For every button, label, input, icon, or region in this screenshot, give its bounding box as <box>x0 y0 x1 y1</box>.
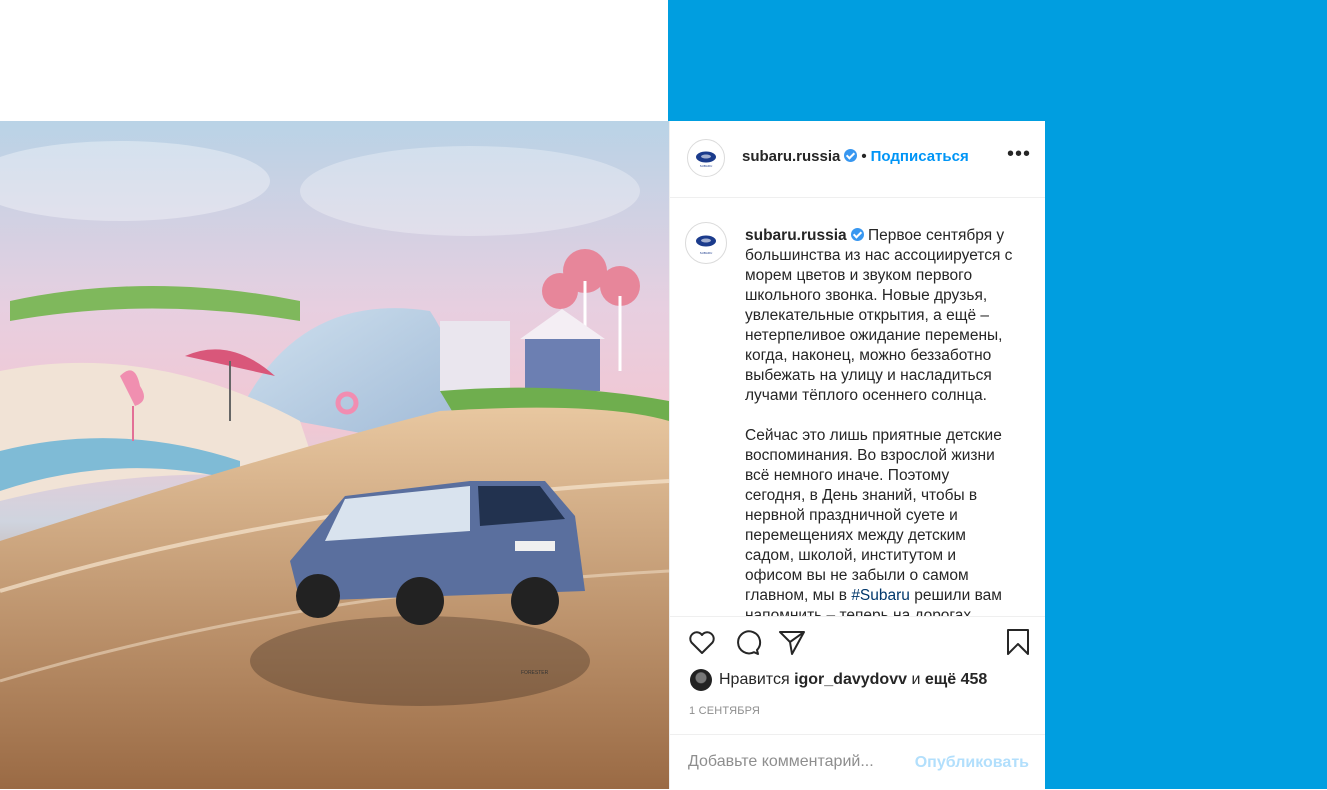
subaru-logo-icon <box>696 235 716 247</box>
heart-icon[interactable] <box>687 627 717 657</box>
subaru-logo-icon <box>696 151 716 163</box>
username-link[interactable]: subaru.russia <box>742 148 840 165</box>
likes-and: и <box>911 671 921 688</box>
caption-text-1: Первое сентября у большинства из нас асс… <box>745 227 1013 404</box>
avatar-logo-text: SUBARU <box>699 164 713 168</box>
caption-avatar[interactable]: SUBARU <box>685 222 727 264</box>
liker-avatar[interactable] <box>690 669 712 691</box>
likes-prefix: Нравится <box>719 671 790 688</box>
profile-avatar[interactable]: SUBARU <box>687 139 725 177</box>
bookmark-icon[interactable] <box>1003 627 1033 657</box>
action-bar <box>670 616 1045 667</box>
follow-button[interactable]: Подписаться <box>871 148 969 165</box>
verified-icon <box>844 149 858 162</box>
post-panel: SUBARU subaru.russia • Подписаться ••• SUB… <box>669 121 1045 789</box>
post-illustration <box>0 141 669 789</box>
verified-icon <box>850 228 864 241</box>
comment-bar: Опубликовать <box>670 734 1045 790</box>
post-image[interactable]: FORESTER <box>0 121 669 789</box>
caption-username[interactable]: subaru.russia <box>745 227 847 244</box>
post-date[interactable]: 1 сентября <box>689 705 760 717</box>
likes-count[interactable]: ещё 458 <box>925 671 987 689</box>
more-icon[interactable]: ••• <box>1007 143 1031 166</box>
top-white-area <box>0 0 668 121</box>
comment-icon[interactable] <box>732 627 762 657</box>
caption-text-2: Сейчас это лишь приятные детские воспоми… <box>745 427 1002 604</box>
liker-username[interactable]: igor_davydovv <box>794 671 907 689</box>
comment-input[interactable] <box>688 753 908 771</box>
likes-row: Нравится igor_davydovv и ещё 458 <box>690 669 987 691</box>
hashtag-link[interactable]: #Subaru <box>851 587 910 604</box>
share-icon[interactable] <box>777 627 807 657</box>
post-header: SUBARU subaru.russia • Подписаться ••• <box>670 121 1045 198</box>
car-badge: FORESTER <box>521 670 549 676</box>
post-caption: subaru.russia Первое сентября у большинс… <box>745 226 1025 616</box>
publish-button[interactable]: Опубликовать <box>915 754 1029 772</box>
separator-dot: • <box>861 148 867 165</box>
avatar-logo-text: SUBARU <box>699 251 713 255</box>
comments-scroll-area[interactable]: SUBARU subaru.russia Первое сентября у б… <box>670 198 1045 616</box>
header-user: subaru.russia • Подписаться <box>742 148 969 165</box>
